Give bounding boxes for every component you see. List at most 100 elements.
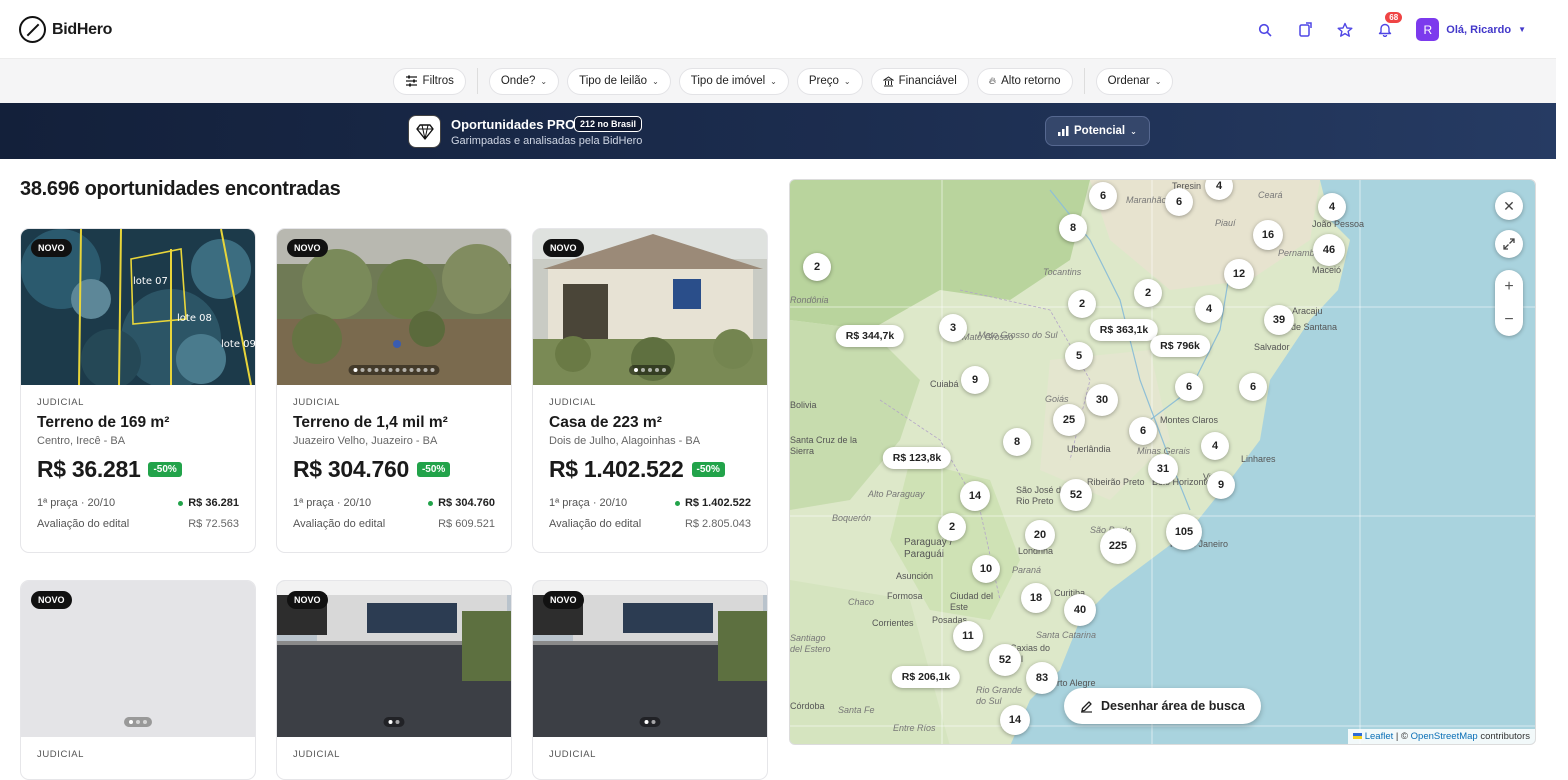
map-cluster-marker[interactable]: 52 bbox=[989, 644, 1021, 676]
price-dropdown[interactable]: Preço ⌄ bbox=[796, 67, 863, 95]
map-cluster-marker[interactable]: 2 bbox=[803, 253, 831, 281]
property-card[interactable]: lote 07 lote 08 lote 09 NOVO JUDICIAL Te… bbox=[20, 228, 256, 553]
map-cluster-marker[interactable]: 4 bbox=[1318, 193, 1346, 221]
map-cluster-marker[interactable]: 105 bbox=[1166, 514, 1202, 550]
property-type-dropdown[interactable]: Tipo de imóvel ⌄ bbox=[678, 67, 789, 95]
map-cluster-marker[interactable]: 52 bbox=[1060, 479, 1092, 511]
property-location: Centro, Irecê - BA bbox=[37, 435, 126, 447]
map-cluster-marker[interactable]: 11 bbox=[953, 621, 983, 651]
map-cluster-marker[interactable]: 46 bbox=[1313, 234, 1345, 266]
map-cluster-marker[interactable]: 3 bbox=[939, 314, 967, 342]
map-place-label: Aracaju bbox=[1292, 306, 1323, 316]
map-place-label: Maceió bbox=[1312, 265, 1342, 275]
map-cluster-marker[interactable]: 2 bbox=[1068, 290, 1096, 318]
map-cluster-marker[interactable]: 2 bbox=[938, 513, 966, 541]
property-photo[interactable]: lote 07 lote 08 lote 09 NOVO bbox=[21, 229, 255, 385]
high-return-toggle[interactable]: 🔥︎ Alto retorno bbox=[976, 67, 1073, 95]
search-icon[interactable] bbox=[1256, 21, 1274, 39]
property-photo[interactable]: NOVO bbox=[277, 229, 511, 385]
map-cluster-marker[interactable]: 83 bbox=[1026, 662, 1058, 694]
property-photo[interactable]: NOVO bbox=[533, 581, 767, 737]
photo-carousel-dots[interactable] bbox=[348, 365, 440, 375]
notifications-bell-icon[interactable]: 68 bbox=[1376, 11, 1403, 39]
map-cluster-marker[interactable]: 5 bbox=[1065, 342, 1093, 370]
photo-carousel-dots[interactable] bbox=[124, 717, 152, 727]
filters-button[interactable]: Filtros bbox=[392, 67, 466, 95]
property-card[interactable]: NOVO JUDICIAL Casa de 223 m² Dois de Jul… bbox=[532, 228, 768, 553]
potential-dropdown[interactable]: Potencial ⌄ bbox=[1045, 116, 1150, 146]
favorites-star-icon[interactable] bbox=[1336, 21, 1354, 39]
map-cluster-marker[interactable]: 6 bbox=[1239, 373, 1267, 401]
zoom-out-button[interactable]: − bbox=[1495, 303, 1523, 336]
filter-bar: Filtros Onde? ⌄ Tipo de leilão ⌄ Tipo de i… bbox=[0, 59, 1556, 103]
map-price-marker[interactable]: R$ 123,8k bbox=[882, 447, 952, 469]
map-cluster-marker[interactable]: 9 bbox=[1207, 471, 1235, 499]
fullscreen-button[interactable] bbox=[1495, 230, 1523, 258]
map-cluster-marker[interactable]: 25 bbox=[1053, 404, 1085, 436]
map-price-marker[interactable]: R$ 206,1k bbox=[891, 666, 961, 688]
map-cluster-marker[interactable]: 20 bbox=[1025, 520, 1055, 550]
draw-search-area-button[interactable]: Desenhar área de busca bbox=[1064, 688, 1261, 724]
auction-type: JUDICIAL bbox=[549, 397, 597, 408]
map-cluster-marker[interactable]: 12 bbox=[1224, 259, 1254, 289]
map-cluster-marker[interactable]: 10 bbox=[972, 555, 1000, 583]
map-cluster-marker[interactable]: 30 bbox=[1086, 384, 1118, 416]
photo-carousel-dots[interactable] bbox=[629, 365, 671, 375]
property-card[interactable]: NOVO JUDICIAL bbox=[20, 580, 256, 780]
map-cluster-marker[interactable]: 9 bbox=[961, 366, 989, 394]
map-cluster-marker[interactable]: 18 bbox=[1021, 583, 1051, 613]
map-cluster-marker[interactable]: 2 bbox=[1134, 279, 1162, 307]
pro-opportunities-banner[interactable]: Oportunidades PRO 212 no Brasil Garimpad… bbox=[0, 103, 1556, 159]
brand-logo[interactable]: BidHero bbox=[19, 16, 112, 43]
property-type-label: Tipo de imóvel bbox=[690, 75, 766, 87]
map-cluster-marker[interactable]: 6 bbox=[1089, 182, 1117, 210]
chevron-down-icon: ⌄ bbox=[1130, 126, 1137, 136]
map-cluster-marker[interactable]: 4 bbox=[1201, 432, 1229, 460]
map-place-label: Paraná bbox=[1012, 565, 1042, 575]
leaflet-link[interactable]: Leaflet bbox=[1365, 731, 1394, 742]
map-cluster-marker[interactable]: 16 bbox=[1253, 220, 1283, 250]
map-cluster-marker[interactable]: 8 bbox=[1059, 214, 1087, 242]
map-price-marker[interactable]: R$ 344,7k bbox=[835, 325, 905, 347]
attribution-separator: | © bbox=[1395, 731, 1408, 742]
property-title: Terreno de 1,4 mil m² bbox=[293, 414, 448, 431]
map-cluster-marker[interactable]: 6 bbox=[1175, 373, 1203, 401]
map-cluster-marker[interactable]: 14 bbox=[960, 481, 990, 511]
pro-count-badge: 212 no Brasil bbox=[574, 116, 643, 132]
map-cluster-marker[interactable]: 8 bbox=[1003, 428, 1031, 456]
map-cluster-marker[interactable]: 40 bbox=[1064, 594, 1096, 626]
auction-type-dropdown[interactable]: Tipo de leilão ⌄ bbox=[567, 67, 671, 95]
property-photo[interactable]: NOVO bbox=[533, 229, 767, 385]
openstreetmap-link[interactable]: OpenStreetMap bbox=[1411, 731, 1478, 742]
map-cluster-marker[interactable]: 39 bbox=[1264, 305, 1294, 335]
appraisal-label: Avaliação do edital bbox=[37, 518, 130, 530]
map-cluster-marker[interactable]: 31 bbox=[1148, 454, 1178, 484]
map-price-marker[interactable]: R$ 796k bbox=[1150, 335, 1210, 357]
pencil-icon bbox=[1081, 700, 1092, 713]
map-place-label: Bolivia bbox=[790, 400, 817, 410]
results-map[interactable]: Teresin Maranhão Ceará Piauí João Pessoa… bbox=[789, 179, 1536, 745]
photo-carousel-dots[interactable] bbox=[639, 717, 661, 727]
map-cluster-marker[interactable]: 225 bbox=[1100, 528, 1136, 564]
property-card[interactable]: NOVO JUDICIAL bbox=[276, 580, 512, 780]
draw-search-area-label: Desenhar área de busca bbox=[1101, 699, 1245, 713]
sort-dropdown[interactable]: Ordenar ⌄ bbox=[1095, 67, 1174, 95]
property-card[interactable]: NOVO JUDICIAL Terreno de 1,4 mil m² Juaz… bbox=[276, 228, 512, 553]
close-map-button[interactable]: ✕ bbox=[1495, 192, 1523, 220]
map-cluster-marker[interactable]: 4 bbox=[1195, 295, 1223, 323]
property-photo[interactable]: NOVO bbox=[21, 581, 255, 737]
map-cluster-marker[interactable]: 6 bbox=[1165, 188, 1193, 216]
user-menu[interactable]: R Olá, Ricardo ▼ bbox=[1416, 18, 1526, 41]
map-price-marker[interactable]: R$ 363,1k bbox=[1089, 319, 1159, 341]
photo-carousel-dots[interactable] bbox=[383, 717, 405, 727]
where-dropdown[interactable]: Onde? ⌄ bbox=[488, 67, 560, 95]
saved-searches-icon[interactable] bbox=[1296, 21, 1314, 39]
property-card[interactable]: NOVO JUDICIAL bbox=[532, 580, 768, 780]
map-cluster-marker[interactable]: 14 bbox=[1000, 705, 1030, 735]
map-cluster-marker[interactable]: 6 bbox=[1129, 417, 1157, 445]
map-place-label: Asunción bbox=[896, 571, 934, 581]
map-place-label: Ciudad del Este bbox=[950, 591, 994, 612]
property-photo[interactable]: NOVO bbox=[277, 581, 511, 737]
financeable-toggle[interactable]: Financiável bbox=[870, 67, 969, 95]
zoom-in-button[interactable]: + bbox=[1495, 270, 1523, 303]
